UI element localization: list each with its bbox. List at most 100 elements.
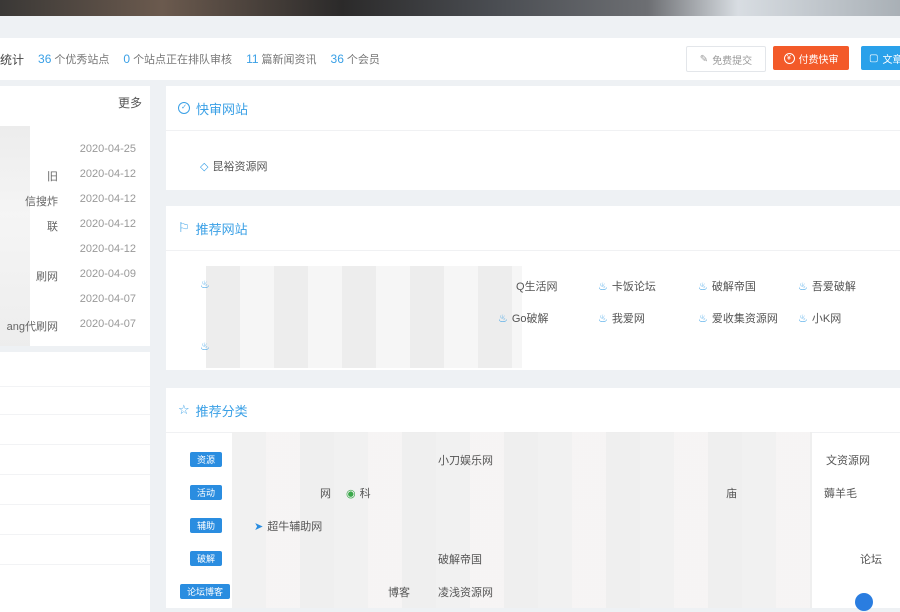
news-title: 刷网 (36, 271, 58, 283)
site-link[interactable]: ♨ (200, 340, 210, 353)
paid-review-label: 付费快审 (798, 54, 839, 66)
divider (0, 564, 150, 565)
free-submit-button[interactable]: ✎ 免费提交 (686, 46, 766, 72)
divider (0, 444, 150, 445)
shield-icon: ✓ (178, 102, 190, 114)
fast-review-header: ✓ 快审网站 (166, 86, 900, 131)
fire-icon: ♨ (698, 312, 708, 325)
site-link[interactable]: ♨ 爱收集资源网 (698, 310, 778, 326)
news-item[interactable]: 联 2020-04-12 (0, 218, 150, 236)
site-link[interactable]: ♨ 卡饭论坛 (598, 278, 656, 294)
site-link[interactable]: 论坛 (860, 551, 882, 567)
fast-review-panel: ✓ 快审网站 ◇ 昆裕资源网 (166, 86, 900, 190)
news-date: 2020-04-07 (79, 318, 136, 330)
news-date: 2020-04-12 (79, 193, 136, 205)
category-tag[interactable]: 论坛博客 (180, 584, 230, 599)
stat-sites: 36 个优秀站点 (38, 51, 109, 67)
site-link[interactable]: ◉ 科 (346, 485, 371, 501)
article-label: 文章 (882, 54, 900, 66)
site-link[interactable]: 博客 (388, 584, 410, 600)
site-name: 文资源网 (826, 455, 870, 467)
stat-members-count: 36 (330, 52, 344, 66)
news-item[interactable]: 信搜炸 2020-04-12 (0, 193, 150, 211)
site-link[interactable]: 庙 (726, 485, 737, 501)
site-name: 薅羊毛 (824, 488, 857, 500)
site-link[interactable]: ♨ (200, 278, 210, 291)
site-link[interactable]: ➤ 超牛辅助网 (254, 518, 322, 534)
site-name: 我爱网 (611, 313, 645, 325)
stat-news-label: 篇新闻资讯 (261, 54, 317, 66)
site-link[interactable]: ♨ 小K网 (798, 310, 841, 326)
site-name: 科 (359, 488, 371, 500)
stats-title: 统计 (0, 52, 25, 67)
stat-sites-label: 个优秀站点 (54, 54, 110, 66)
news-item[interactable]: 2020-04-25 (0, 143, 150, 161)
divider (0, 504, 150, 505)
site-name: 论坛 (860, 554, 882, 566)
recommended-sites-title: 推荐网站 (195, 221, 248, 237)
divider (0, 414, 150, 415)
site-link[interactable]: ♨ 我爱网 (598, 310, 645, 326)
site-link[interactable]: 文资源网 (826, 452, 870, 468)
site-name: 昆裕资源网 (212, 161, 268, 173)
stat-members: 36 个会员 (331, 51, 380, 67)
site-link[interactable]: 凌浅资源网 (438, 584, 493, 600)
category-tag[interactable]: 活动 (190, 485, 222, 500)
divider (0, 386, 150, 387)
recommended-categories-panel: ☆ 推荐分类 资源 活动 辅助 破解 论坛博客 小刀娱乐网 文资源网 网 ◉ 科 … (166, 388, 900, 608)
news-more-link[interactable]: 更多 (118, 94, 142, 111)
fire-icon: ♨ (200, 341, 210, 353)
doc-icon: ▢ (869, 52, 879, 64)
news-item[interactable]: 刷网 2020-04-09 (0, 268, 150, 286)
news-item[interactable]: 2020-04-07 (0, 293, 150, 311)
news-item[interactable]: 2020-04-12 (0, 243, 150, 261)
flag-icon: ⚐ (178, 220, 190, 235)
site-link[interactable]: 小刀娱乐网 (438, 452, 493, 468)
site-link[interactable]: 薅羊毛 (824, 485, 857, 501)
diamond-icon: ◇ (200, 160, 209, 173)
site-link[interactable]: ♨ 吾爱破解 (798, 278, 856, 294)
site-name: 小刀娱乐网 (438, 455, 493, 467)
news-title: ang代刷网 (6, 321, 58, 333)
header-photo-banner (0, 0, 900, 16)
fire-icon: ♨ (598, 280, 608, 293)
site-name: 卡饭论坛 (611, 281, 656, 293)
site-name: 小K网 (811, 313, 842, 325)
news-date: 2020-04-12 (79, 218, 136, 230)
site-link[interactable]: ◇ 昆裕资源网 (200, 158, 267, 174)
recommended-sites-panel: ⚐ 推荐网站 ♨ Q生活网 ♨ 卡饭论坛 ♨ 破解帝国 ♨ 吾爱破解 ♨ Go破解 ♨ 我… (166, 206, 900, 370)
stat-members-label: 个会员 (346, 54, 380, 66)
site-link[interactable]: 破解帝国 (438, 551, 482, 567)
fire-icon: ♨ (798, 312, 808, 325)
news-date: 2020-04-12 (79, 168, 136, 180)
news-item[interactable]: ang代刷网 2020-04-07 (0, 318, 150, 336)
site-name: 超牛辅助网 (267, 521, 323, 533)
site-link[interactable]: ♨ 破解帝国 (698, 278, 756, 294)
site-name: 博客 (388, 587, 410, 599)
site-link[interactable]: ♨ Go破解 (498, 310, 549, 326)
site-name: Go破解 (511, 313, 549, 325)
article-button[interactable]: ▢ 文章 (861, 46, 900, 70)
site-name: 凌浅资源网 (438, 587, 493, 599)
fire-icon: ♨ (598, 312, 608, 325)
left-lower-panel (0, 352, 150, 612)
stats-bar: 统计 36 个优秀站点 0 个站点正在排队审核 11 篇新闻资讯 36 个会员 ✎ 免费… (0, 38, 900, 80)
category-tag[interactable]: 辅助 (190, 518, 222, 533)
site-name: 破解帝国 (438, 554, 482, 566)
fire-icon: ♨ (798, 280, 808, 293)
news-date: 2020-04-12 (79, 243, 136, 255)
back-to-top-button[interactable] (855, 593, 873, 611)
category-tag[interactable]: 破解 (190, 551, 222, 566)
site-name: 庙 (726, 488, 737, 500)
stat-sites-count: 36 (38, 52, 52, 66)
divider (0, 534, 150, 535)
fire-icon: ♨ (698, 280, 708, 293)
site-link[interactable]: 网 (320, 485, 331, 501)
category-tag[interactable]: 资源 (190, 452, 222, 467)
free-submit-label: 免费提交 (712, 55, 753, 67)
news-item[interactable]: 旧 2020-04-12 (0, 168, 150, 186)
paid-review-button[interactable]: ¥ 付费快审 (773, 46, 849, 70)
coin-icon: ¥ (783, 52, 795, 64)
news-date: 2020-04-09 (79, 268, 136, 280)
site-link[interactable]: Q生活网 (516, 278, 558, 294)
